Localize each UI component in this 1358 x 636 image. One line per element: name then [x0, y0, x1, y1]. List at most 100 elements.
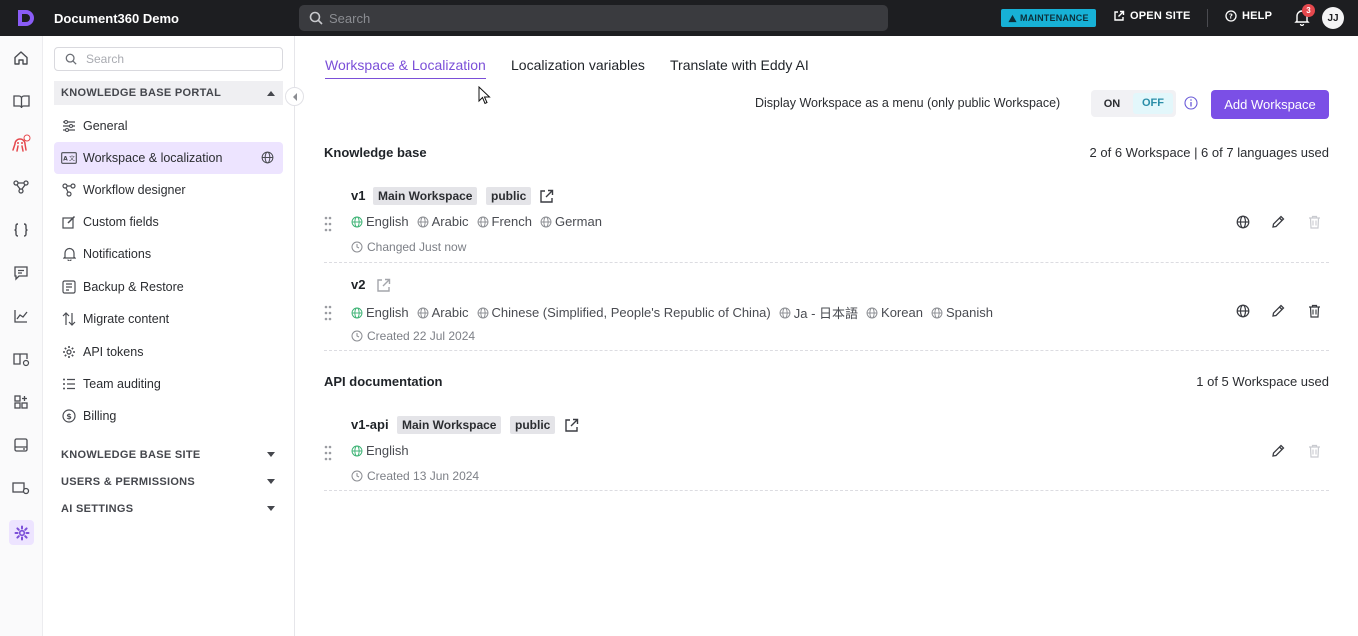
language-arabic: Arabic: [417, 214, 469, 229]
analytics-chart-icon[interactable]: [11, 306, 31, 326]
knowledge-base-site-icon[interactable]: [11, 349, 31, 369]
external-link-icon[interactable]: [539, 189, 554, 204]
sliders-icon: [61, 118, 77, 134]
maintenance-badge[interactable]: MAINTENANCE: [1001, 9, 1096, 27]
section-ai-settings[interactable]: AI SETTINGS: [54, 497, 283, 521]
main-workspace-tag: Main Workspace: [373, 187, 478, 205]
language-korean: Korean: [866, 305, 923, 320]
toggle-on-option[interactable]: ON: [1091, 98, 1133, 110]
workspace-meta: Changed Just now: [351, 240, 466, 254]
global-search[interactable]: [299, 5, 888, 31]
add-workspace-button[interactable]: Add Workspace: [1211, 90, 1329, 119]
section-knowledge-base-site[interactable]: KNOWLEDGE BASE SITE: [54, 443, 283, 467]
delete-trash-icon: [1309, 444, 1320, 458]
globe-icon: [261, 151, 274, 164]
tab-localization-variables[interactable]: Localization variables: [511, 57, 645, 79]
drag-handle-icon[interactable]: [324, 216, 332, 232]
sidebar-item-workspace-localization[interactable]: A文 Workspace & localization: [54, 142, 283, 174]
language-japanese: Ja - 日本語: [779, 303, 858, 322]
external-link-icon[interactable]: [564, 418, 579, 433]
gear-token-icon: [61, 344, 77, 360]
section-users-permissions[interactable]: USERS & PERMISSIONS: [54, 470, 283, 494]
help-circle-icon: ?: [1225, 10, 1237, 22]
drag-handle-icon[interactable]: [324, 305, 332, 321]
sidebar-item-notifications[interactable]: Notifications: [54, 238, 283, 270]
home-icon[interactable]: [11, 48, 31, 68]
open-site-link[interactable]: OPEN SITE: [1113, 10, 1190, 22]
site-settings-icon[interactable]: [11, 478, 31, 498]
info-icon[interactable]: [1184, 96, 1198, 110]
display-workspace-menu-toggle[interactable]: ON OFF: [1091, 90, 1176, 117]
sidebar-item-api-tokens[interactable]: API tokens: [54, 336, 283, 368]
global-search-input[interactable]: [329, 10, 869, 26]
eddy-ai-octopus-icon[interactable]: [11, 134, 31, 154]
sidebar-collapse-button[interactable]: [285, 87, 304, 106]
user-avatar[interactable]: JJ: [1322, 7, 1344, 29]
tab-translate-eddy-ai[interactable]: Translate with Eddy AI: [670, 57, 809, 79]
sidebar-item-general[interactable]: General: [54, 110, 283, 142]
notification-count-badge: 3: [1302, 4, 1315, 17]
globe-icon: [351, 445, 363, 456]
widget-panel-icon[interactable]: [11, 435, 31, 455]
workspace-meta: Created 13 Jun 2024: [351, 469, 479, 483]
display-workspace-menu-label: Display Workspace as a menu (only public…: [755, 96, 1061, 110]
group-usage-knowledge-base: 2 of 6 Workspace | 6 of 7 languages used: [1089, 145, 1329, 160]
sidebar-item-migrate-content[interactable]: Migrate content: [54, 303, 283, 335]
edit-pencil-icon[interactable]: [1271, 304, 1285, 318]
sidebar-item-custom-fields[interactable]: Custom fields: [54, 206, 283, 238]
tab-workspace-localization[interactable]: Workspace & Localization: [325, 57, 486, 79]
integrations-grid-icon[interactable]: [11, 392, 31, 412]
sidebar-item-workflow-designer[interactable]: Workflow designer: [54, 174, 283, 206]
document360-logo-icon[interactable]: [14, 7, 36, 29]
delete-trash-icon[interactable]: [1308, 304, 1321, 318]
globe-icon: [779, 307, 791, 318]
public-tag: public: [510, 416, 556, 434]
sidebar-search[interactable]: [54, 47, 283, 71]
localization-globe-icon[interactable]: [1236, 215, 1250, 229]
clock-icon: [351, 470, 363, 482]
localization-globe-icon[interactable]: [1236, 304, 1250, 318]
toggle-off-option[interactable]: OFF: [1133, 93, 1173, 114]
app-title[interactable]: Document360 Demo: [54, 11, 179, 26]
workflow-nodes-icon[interactable]: [11, 177, 31, 197]
sidebar-item-backup-restore[interactable]: Backup & Restore: [54, 271, 283, 303]
language-list: English Arabic French German: [351, 214, 610, 229]
svg-text:?: ?: [1229, 13, 1233, 21]
workspace-row-v1-api: v1-api Main Workspace public English Cre…: [324, 405, 1329, 491]
caret-down-icon: [267, 452, 275, 457]
globe-icon: [477, 307, 488, 318]
backup-icon: [61, 279, 77, 295]
caret-up-icon: [267, 91, 275, 96]
globe-icon: [477, 216, 488, 227]
chevron-left-icon: [292, 92, 297, 101]
documents-book-icon[interactable]: [11, 91, 31, 111]
search-icon: [65, 53, 77, 65]
section-knowledge-base-portal[interactable]: KNOWLEDGE BASE PORTAL: [54, 81, 283, 105]
external-link-icon: [1114, 10, 1125, 21]
edit-pencil-icon[interactable]: [1271, 444, 1285, 458]
settings-sidebar: KNOWLEDGE BASE PORTAL General A文 Workspa…: [43, 36, 295, 636]
sidebar-search-input[interactable]: [86, 52, 276, 66]
sidebar-item-team-auditing[interactable]: Team auditing: [54, 368, 283, 400]
clock-icon: [351, 330, 363, 342]
mouse-cursor-icon: [478, 86, 491, 105]
help-link[interactable]: ? HELP: [1225, 10, 1272, 22]
settings-gear-icon[interactable]: [9, 520, 34, 545]
sidebar-item-billing[interactable]: $ Billing: [54, 400, 283, 432]
workspace-name: v1-api: [351, 417, 389, 432]
language-english: English: [351, 214, 409, 229]
language-list: English: [351, 443, 417, 458]
drag-handle-icon[interactable]: [324, 445, 332, 461]
left-nav-rail: [0, 36, 43, 636]
feedback-chat-icon[interactable]: [11, 263, 31, 283]
group-title-knowledge-base: Knowledge base: [324, 145, 427, 160]
external-link-icon[interactable]: [376, 278, 391, 293]
language-arabic: Arabic: [417, 305, 469, 320]
clock-icon: [351, 241, 363, 253]
svg-text:$: $: [66, 412, 72, 421]
edit-pencil-icon[interactable]: [1271, 215, 1285, 229]
globe-icon: [351, 307, 363, 318]
globe-icon: [417, 216, 429, 227]
caret-down-icon: [267, 479, 275, 484]
api-braces-icon[interactable]: [11, 220, 31, 240]
